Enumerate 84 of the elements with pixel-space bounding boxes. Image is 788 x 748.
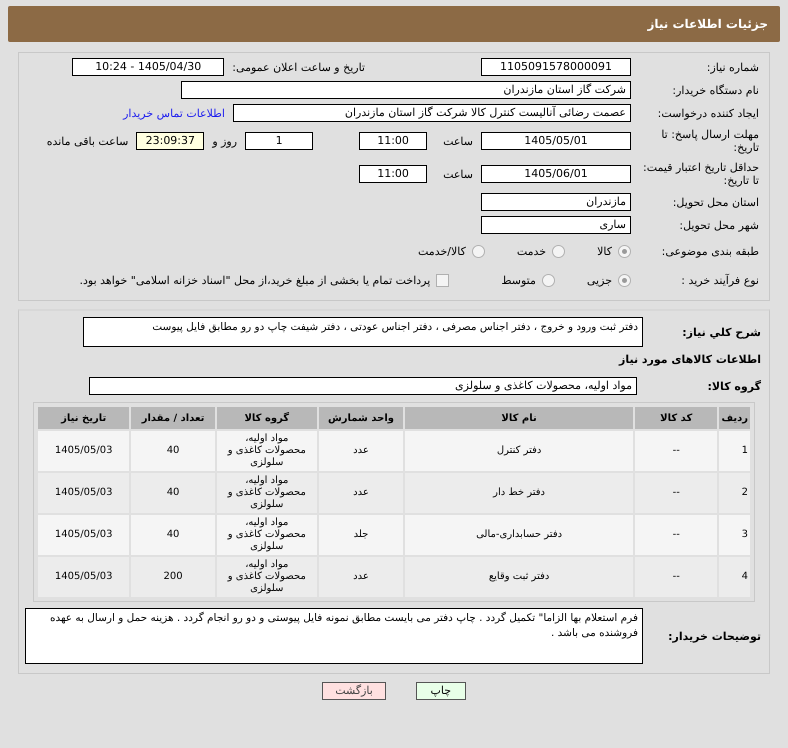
- section-label: گروه کالا:: [706, 380, 762, 392]
- field-label: شهر محل تحویل:: [678, 218, 760, 232]
- city-field: ساری: [481, 216, 631, 234]
- column-header: واحد شمارش: [318, 407, 404, 429]
- remaining-time-field: 23:09:37: [136, 132, 204, 150]
- table-cell: 1405/05/03: [38, 473, 130, 513]
- section-label: شرح کلي نياز:: [681, 326, 762, 338]
- radio-button[interactable]: [618, 274, 631, 286]
- column-header: تعداد / مقدار: [131, 407, 215, 429]
- table-cell: 40: [131, 473, 215, 513]
- table-cell: --: [635, 515, 718, 555]
- table-cell: مواد اولیه، محصولات کاغذی و سلولزی: [216, 515, 317, 555]
- requester-field: عصمت رضائی آنالیست کنترل کالا شرکت گاز استان مازندران: [233, 104, 631, 122]
- field-label: تاریخ و ساعت اعلان عمومی:: [232, 60, 365, 74]
- table-cell: دفتر خط دار: [405, 473, 633, 513]
- table-cell: --: [635, 557, 718, 597]
- table-cell: 40: [131, 515, 215, 555]
- province-field: مازندران: [481, 193, 631, 211]
- description-field: دفتر ثبت ورود و خروج ، دفتر اجناس مصرفی ، دفتر اجناس عودتی ، دفتر شیفت چاپ دو رو مطابق فایل پیوست: [83, 317, 643, 347]
- days-label: روز و: [212, 134, 238, 148]
- radio-label: کالا/خدمت: [418, 244, 466, 258]
- table-cell: مواد اولیه، محصولات کاغذی و سلولزی: [216, 557, 317, 597]
- field-label: استان محل تحویل:: [672, 196, 760, 208]
- field-label: شماره نیاز:: [706, 60, 760, 74]
- table-cell: 1405/05/03: [38, 431, 130, 471]
- remaining-label: ساعت باقی مانده: [46, 134, 128, 148]
- table-cell: دفتر کنترل: [405, 431, 633, 471]
- radio-label: متوسط: [501, 274, 536, 286]
- buyer-org-field: شرکت گاز استان مازندران: [181, 81, 631, 99]
- table-cell: 1: [719, 431, 750, 471]
- field-label: طبقه بندی موضوعی:: [660, 244, 760, 258]
- table-cell: جلد: [318, 515, 404, 555]
- table-cell: 200: [131, 557, 215, 597]
- buyer-contact-link[interactable]: اطلاعات تماس خریدار: [123, 106, 225, 120]
- page-header: جزئیات اطلاعات نیاز: [8, 6, 780, 42]
- checkbox[interactable]: [436, 274, 450, 286]
- radio-label: خدمت: [516, 244, 546, 258]
- field-label: ایجاد کننده درخواست:: [656, 106, 760, 120]
- column-header: ردیف: [719, 407, 750, 429]
- table-cell: 2: [719, 473, 750, 513]
- table-cell: 4: [719, 557, 750, 597]
- table-cell: --: [635, 431, 718, 471]
- radio-button[interactable]: [472, 244, 485, 258]
- field-label: نوع فرآیند خرید :: [680, 274, 760, 286]
- reply-date-field: 1405/05/01: [481, 132, 631, 150]
- radio-label: جزیی: [586, 274, 612, 286]
- radio-button[interactable]: [618, 244, 631, 258]
- column-header: نام کالا: [405, 407, 633, 429]
- table-cell: مواد اولیه، محصولات کاغذی و سلولزی: [216, 431, 317, 471]
- back-button[interactable]: بازگشت: [322, 682, 386, 700]
- need-number-field: 1105091578000091: [481, 58, 631, 76]
- radio-button[interactable]: [542, 274, 555, 286]
- buyer-notes-field: فرم استعلام بها الزاما" تکمیل گردد . چاپ دفتر می بایست مطابق نمونه فایل پیوستی و دو رو انجام گردد . هزینه حمل و ارسال به عهده فروشنده می باشد .: [25, 608, 643, 664]
- column-header: گروه کالا: [216, 407, 317, 429]
- field-label: مهلت ارسال پاسخ: تا تاریخ:: [660, 128, 760, 154]
- days-field: 1: [245, 132, 314, 150]
- column-header: کد کالا: [635, 407, 718, 429]
- table-cell: 3: [719, 515, 750, 555]
- validity-time-field: 11:00: [359, 165, 428, 183]
- table-cell: عدد: [318, 431, 404, 471]
- section-label: توضیحات خریدار:: [667, 630, 762, 642]
- field-label: نام دستگاه خریدار:: [671, 84, 760, 96]
- print-button[interactable]: چاپ: [416, 682, 466, 700]
- radio-label: کالا: [597, 244, 612, 258]
- table-cell: دفتر حسابداری-مالی: [405, 515, 633, 555]
- table-cell: مواد اولیه، محصولات کاغذی و سلولزی: [216, 473, 317, 513]
- table-cell: عدد: [318, 557, 404, 597]
- table-cell: --: [635, 473, 718, 513]
- time-label: ساعت: [443, 134, 473, 148]
- reply-time-field: 11:00: [359, 132, 428, 150]
- table-cell: 1405/05/03: [38, 557, 130, 597]
- goods-group-field: مواد اولیه، محصولات کاغذی و سلولزی: [89, 377, 637, 395]
- time-label: ساعت: [443, 168, 473, 180]
- column-header: تاریخ نیاز: [38, 407, 130, 429]
- table-cell: 1405/05/03: [38, 515, 130, 555]
- field-label: حداقل تاریخ اعتبار قیمت: تا تاریخ:: [642, 161, 760, 187]
- checkbox-label: پرداخت تمام یا بخشی از مبلغ خرید،از محل "اسناد خزانه اسلامی" خواهد بود.: [80, 274, 430, 286]
- validity-date-field: 1405/06/01: [481, 165, 631, 183]
- radio-button[interactable]: [552, 244, 566, 258]
- table-cell: 40: [131, 431, 215, 471]
- table-cell: دفتر ثبت وقایع: [405, 557, 633, 597]
- section-heading: اطلاعات کالاهای مورد نیاز: [618, 353, 762, 366]
- table-cell: عدد: [318, 473, 404, 513]
- announce-date-field: 1405/04/30 - 10:24: [72, 58, 224, 76]
